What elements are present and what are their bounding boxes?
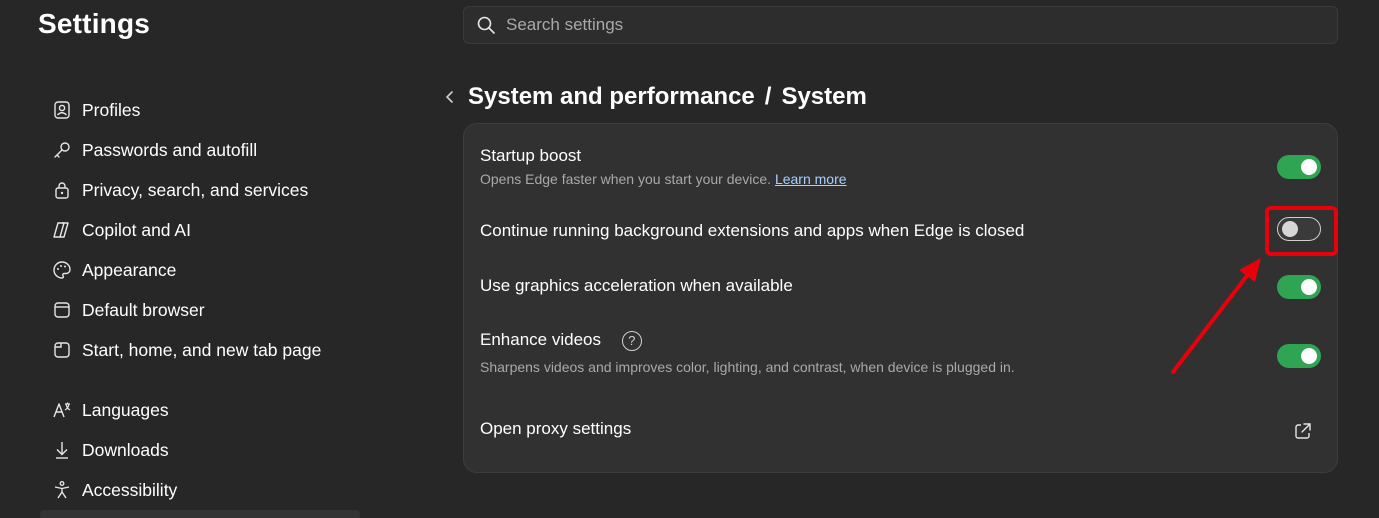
- sidebar-item-label: Appearance: [82, 259, 177, 280]
- highlight-box: [1265, 206, 1338, 256]
- proxy-settings-label: Open proxy settings: [480, 419, 632, 438]
- sidebar-item-passwords[interactable]: Passwords and autofill: [40, 130, 360, 170]
- back-button[interactable]: [440, 87, 460, 107]
- sidebar-selected-item-edge[interactable]: [40, 510, 360, 518]
- learn-more-link[interactable]: Learn more: [775, 171, 847, 187]
- settings-page: Settings Profiles Passwords and autofill…: [0, 0, 1379, 518]
- sidebar-nav: Profiles Passwords and autofill Privacy,…: [40, 90, 360, 510]
- sidebar-item-label: Passwords and autofill: [82, 139, 258, 160]
- nav-divider: [40, 370, 360, 390]
- sidebar-item-start-home[interactable]: Start, home, and new tab page: [40, 330, 360, 370]
- sidebar-item-accessibility[interactable]: Accessibility: [40, 470, 360, 510]
- startup-boost-desc-text: Opens Edge faster when you start your de…: [480, 171, 772, 187]
- sidebar-item-appearance[interactable]: Appearance: [40, 250, 360, 290]
- download-icon: [56, 442, 68, 459]
- search-icon: [477, 16, 495, 34]
- enhance-videos-toggle[interactable]: [1277, 344, 1321, 368]
- background-apps-row: Continue running background extensions a…: [480, 217, 1321, 241]
- profile-icon: [54, 101, 70, 119]
- browser-icon: [54, 302, 70, 318]
- graphics-acceleration-toggle[interactable]: [1277, 275, 1321, 299]
- breadcrumb-separator: /: [764, 83, 772, 110]
- key-icon: [54, 142, 70, 158]
- sidebar-item-label: Start, home, and new tab page: [82, 339, 322, 360]
- help-icon[interactable]: ?: [621, 330, 642, 351]
- language-icon: [53, 402, 71, 418]
- sidebar-item-label: Profiles: [82, 99, 141, 120]
- search-input[interactable]: [506, 15, 1306, 35]
- annotation-arrow-icon: [1171, 258, 1261, 374]
- sidebar-item-default-browser[interactable]: Default browser: [40, 290, 360, 330]
- sidebar-item-label: Copilot and AI: [82, 219, 191, 240]
- page-title: System: [781, 83, 867, 110]
- sidebar-item-copilot[interactable]: Copilot and AI: [40, 210, 360, 250]
- startup-boost-toggle[interactable]: [1277, 155, 1321, 179]
- breadcrumb: System and performance / System: [440, 80, 867, 114]
- external-link-icon[interactable]: [1293, 421, 1313, 441]
- chevron-left-icon: [445, 91, 453, 103]
- copilot-icon: [53, 222, 69, 238]
- sidebar-item-languages[interactable]: Languages: [40, 390, 360, 430]
- sidebar-item-label: Privacy, search, and services: [82, 179, 309, 200]
- lock-icon: [55, 182, 69, 199]
- startup-boost-description: Opens Edge faster when you start your de…: [480, 171, 1321, 187]
- search-box[interactable]: [463, 6, 1338, 44]
- accessibility-icon: [54, 481, 70, 499]
- app-title: Settings: [38, 8, 151, 39]
- proxy-settings-row[interactable]: Open proxy settings: [480, 419, 1321, 439]
- home-tab-icon: [54, 342, 70, 358]
- sidebar-item-profiles[interactable]: Profiles: [40, 90, 360, 130]
- sidebar-item-label: Default browser: [82, 299, 205, 320]
- sidebar-item-label: Accessibility: [82, 479, 178, 500]
- startup-boost-row: Startup boost Opens Edge faster when you…: [480, 146, 1321, 187]
- enhance-videos-label: Enhance videos: [480, 330, 601, 349]
- sidebar-item-label: Downloads: [82, 439, 169, 460]
- palette-icon: [53, 261, 71, 279]
- startup-boost-label: Startup boost: [480, 146, 582, 165]
- sidebar-item-privacy[interactable]: Privacy, search, and services: [40, 170, 360, 210]
- background-apps-label: Continue running background extensions a…: [480, 221, 1025, 240]
- breadcrumb-parent[interactable]: System and performance: [468, 83, 755, 111]
- sidebar-item-label: Languages: [82, 399, 169, 420]
- sidebar-item-downloads[interactable]: Downloads: [40, 430, 360, 470]
